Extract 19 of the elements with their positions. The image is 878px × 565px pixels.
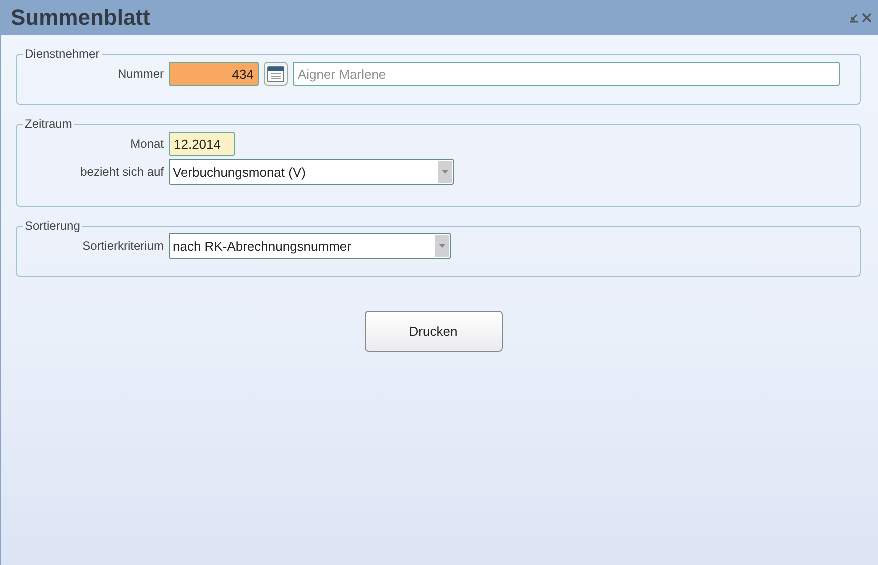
caret-icon [438,244,446,248]
minimize-icon[interactable] [849,12,859,22]
section-legend: Dienstnehmer [23,47,102,61]
number-field[interactable]: 434 [169,62,259,86]
close-icon[interactable] [862,12,872,22]
field-label: Nummer [116,67,164,81]
month-field[interactable]: 12.2014 [169,132,235,156]
dropdown[interactable]: Verbuchungsmonat (V) [169,159,454,185]
window-title: Summenblatt [11,4,150,30]
section-legend: Zeitraum [23,117,74,131]
field-label: bezieht sich auf [80,165,164,179]
print-button[interactable]: Drucken [364,311,502,352]
lookup-button[interactable] [264,62,288,86]
section-legend: Sortierung [23,219,82,233]
field-label: Sortierkriterium [82,239,164,253]
field-label: Monat [130,137,164,151]
calendar-icon [267,65,285,83]
dropdown[interactable]: nach RK-Abrechnungsnummer [169,233,451,259]
caret-icon [442,170,448,174]
